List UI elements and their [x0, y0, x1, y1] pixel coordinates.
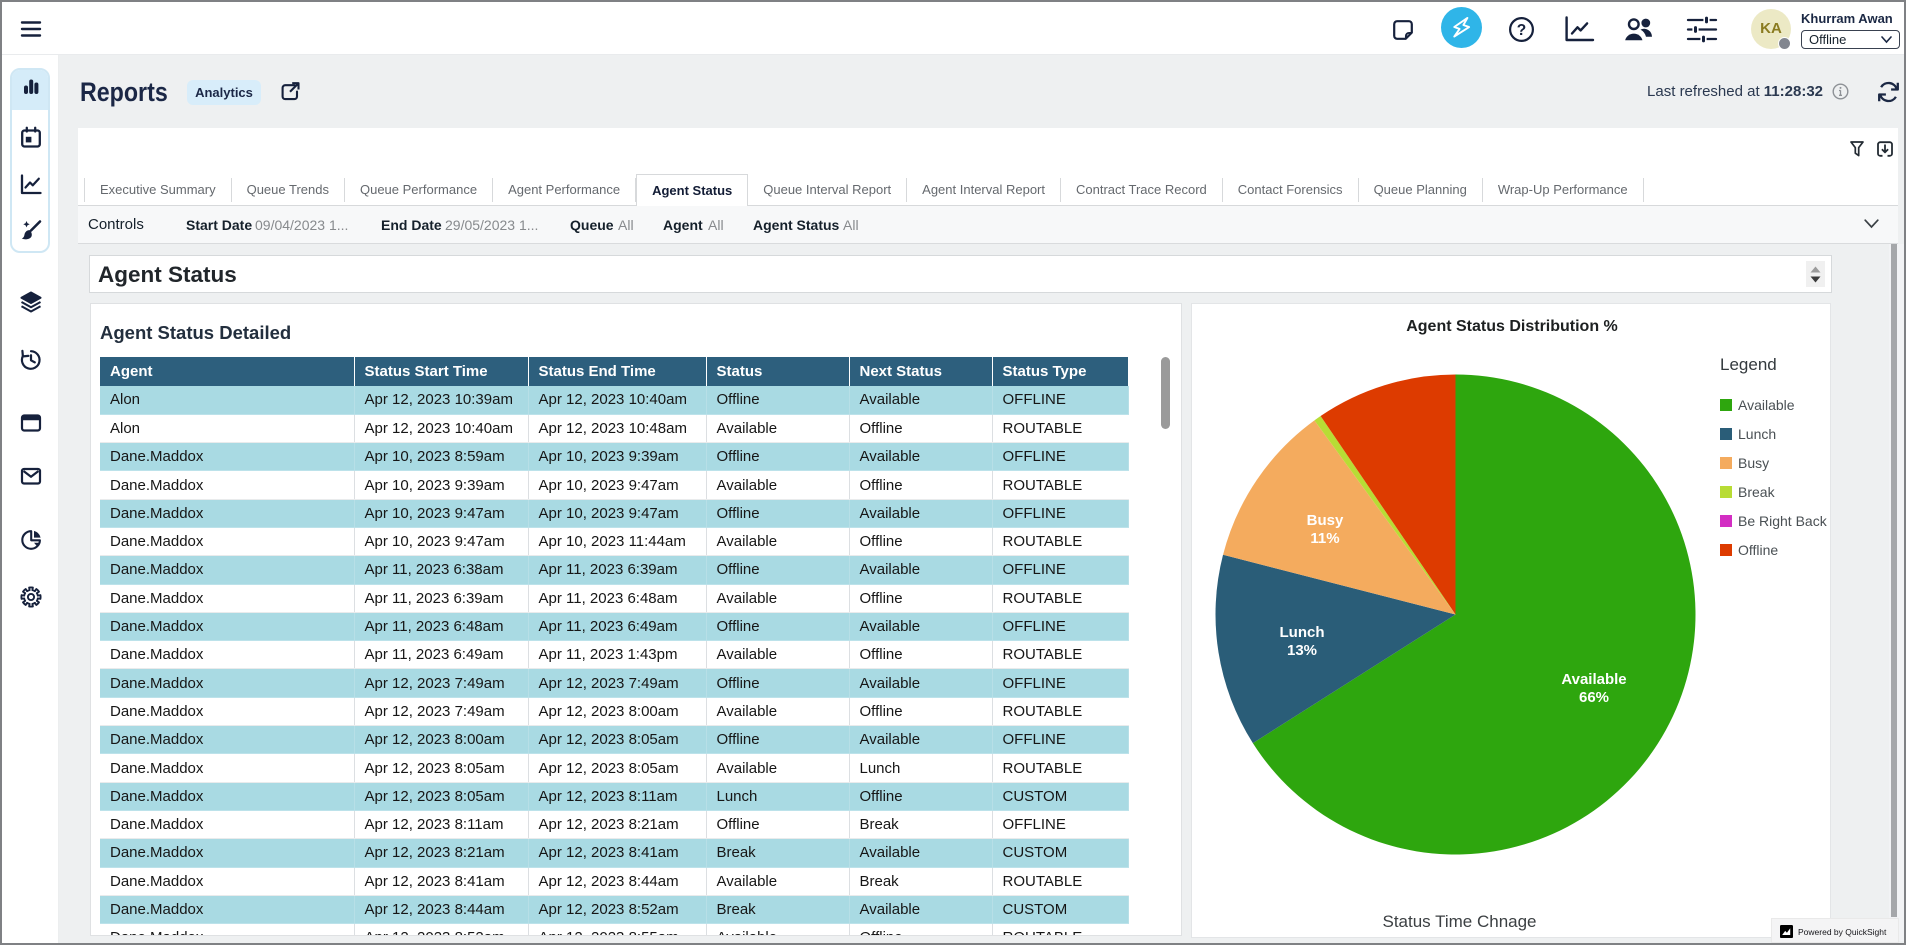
svg-text:?: ?: [1517, 22, 1526, 39]
